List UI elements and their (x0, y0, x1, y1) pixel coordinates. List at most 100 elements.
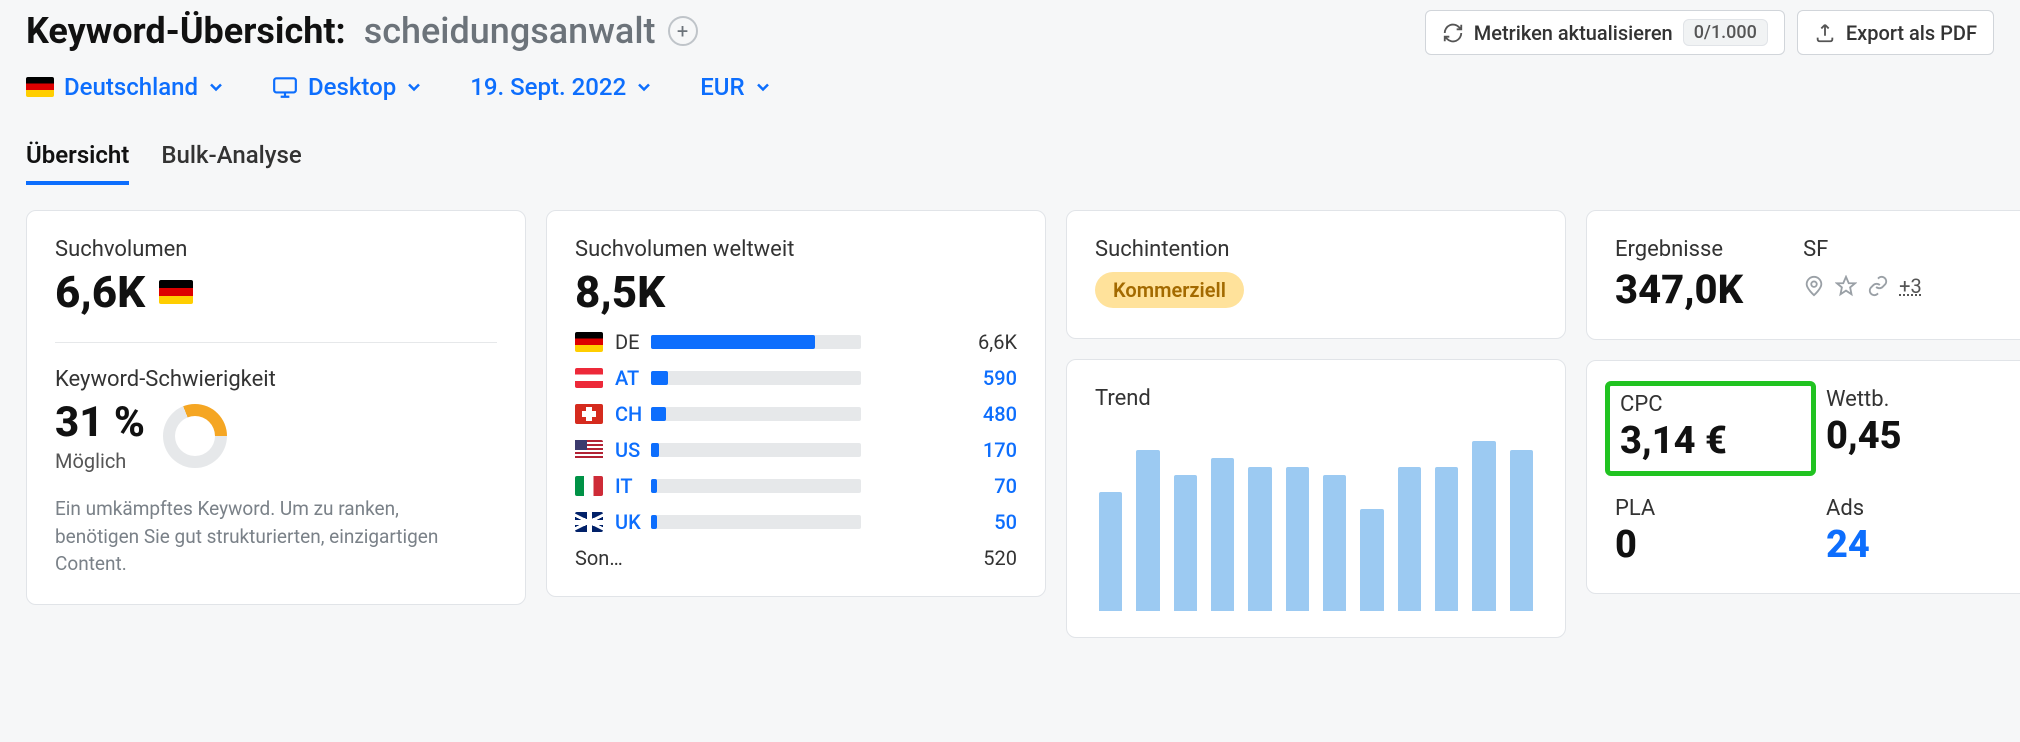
metric-pla: PLA 0 (1615, 496, 1806, 567)
kd-desc: Ein umkämpftes Keyword. Um zu ranken, be… (55, 495, 475, 578)
gv-row[interactable]: CH 480 (575, 402, 1017, 426)
export-icon (1814, 22, 1836, 44)
gv-row[interactable]: AT 590 (575, 366, 1017, 390)
refresh-icon (1442, 22, 1464, 44)
chevron-down-icon (404, 77, 424, 97)
chevron-down-icon (634, 77, 654, 97)
sf-more[interactable]: +3 (1899, 274, 1922, 298)
trend-bar (1398, 467, 1421, 612)
flag-icon (575, 332, 603, 352)
tabs: Übersicht Bulk-Analyse (26, 141, 1994, 186)
gv-row[interactable]: US 170 (575, 438, 1017, 462)
trend-bar (1099, 492, 1122, 611)
card-results: Ergebnisse 347,0K SF +3 (1586, 210, 2020, 340)
gv-bar (651, 407, 861, 421)
metric-ads: Ads 24 (1826, 496, 2017, 567)
refresh-label: Metriken aktualisieren (1474, 21, 1673, 45)
sf-label: SF (1803, 237, 1922, 262)
flag-icon (575, 476, 603, 496)
gv-bar (651, 335, 861, 349)
date-label: 19. Sept. 2022 (470, 73, 626, 101)
country-label: Deutschland (64, 73, 198, 101)
flag-icon (575, 440, 603, 460)
sf-block: SF +3 (1803, 237, 1922, 313)
trend-bar (1286, 467, 1309, 612)
pin-icon (1803, 275, 1825, 297)
star-icon (1835, 275, 1857, 297)
pla-value: 0 (1615, 523, 1806, 567)
gv-val: 6,6K (871, 330, 1017, 354)
gv-cc: DE (615, 330, 640, 354)
intent-pill: Kommerziell (1095, 272, 1244, 308)
refresh-metrics-button[interactable]: Metriken aktualisieren 0/1.000 (1425, 10, 1785, 55)
flag-icon (575, 368, 603, 388)
pla-label: PLA (1615, 496, 1806, 521)
gv-label: Suchvolumen weltweit (575, 237, 1017, 262)
trend-bar (1472, 441, 1495, 611)
gv-val[interactable]: 590 (871, 366, 1017, 390)
export-pdf-button[interactable]: Export als PDF (1797, 10, 1994, 55)
gv-val[interactable]: 480 (871, 402, 1017, 426)
germany-flag-icon (159, 280, 193, 304)
kd-sub: Möglich (55, 449, 145, 473)
card-intent: Suchintention Kommerziell (1066, 210, 1566, 339)
kd-label: Keyword-Schwierigkeit (55, 367, 497, 392)
gv-row[interactable]: UK 50 (575, 510, 1017, 534)
date-filter[interactable]: 19. Sept. 2022 (470, 73, 654, 101)
comp-label: Wettb. (1826, 387, 2017, 412)
gv-other-val: 520 (871, 546, 1017, 570)
trend-bar (1360, 509, 1383, 611)
kd-donut-icon (163, 404, 227, 468)
chevron-down-icon (206, 77, 226, 97)
tab-bulk[interactable]: Bulk-Analyse (161, 141, 301, 185)
cpc-label: CPC (1620, 392, 1801, 417)
trend-bar (1323, 475, 1346, 611)
trend-label: Trend (1095, 386, 1537, 411)
gv-row[interactable]: IT 70 (575, 474, 1017, 498)
gv-other-label: Son… (575, 546, 861, 570)
gv-cc: US (615, 438, 640, 462)
desktop-icon (272, 74, 298, 100)
header-actions: Metriken aktualisieren 0/1.000 Export al… (1425, 10, 1994, 55)
gv-cc: IT (615, 474, 633, 498)
trend-bar (1136, 450, 1159, 612)
card-search-volume: Suchvolumen 6,6K Keyword-Schwierigkeit 3… (26, 210, 526, 605)
germany-flag-icon (26, 77, 54, 97)
gv-val[interactable]: 70 (871, 474, 1017, 498)
gv-val[interactable]: 170 (871, 438, 1017, 462)
gv-row: DE 6,6K (575, 330, 1017, 354)
gv-value: 8,5K (575, 266, 665, 318)
trend-bar (1174, 475, 1197, 611)
sv-value: 6,6K (55, 266, 497, 318)
header: Keyword-Übersicht: scheidungsanwalt + Me… (26, 10, 1994, 55)
intent-label: Suchintention (1095, 237, 1537, 262)
flag-icon (575, 512, 603, 532)
keyword: scheidungsanwalt (364, 10, 656, 52)
kd-value: 31 % (55, 398, 145, 447)
results-block: Ergebnisse 347,0K (1615, 237, 1743, 313)
device-filter[interactable]: Desktop (272, 73, 424, 101)
gv-cc: AT (615, 366, 639, 390)
tab-overview[interactable]: Übersicht (26, 141, 129, 185)
kd-text: 31 % Möglich (55, 398, 145, 473)
card-global-volume: Suchvolumen weltweit 8,5K DE 6,6K AT 590… (546, 210, 1046, 597)
gv-bar (651, 479, 861, 493)
gv-val[interactable]: 50 (871, 510, 1017, 534)
card-metrics: CPC 3,14 € Wettb. 0,45 PLA 0 Ads 24 (1586, 360, 2020, 594)
ads-value[interactable]: 24 (1826, 523, 2017, 567)
metric-cpc: CPC 3,14 € (1605, 381, 1816, 476)
filter-bar: Deutschland Desktop 19. Sept. 2022 EUR (26, 73, 1994, 101)
gv-cc: CH (615, 402, 642, 426)
add-keyword-button[interactable]: + (668, 16, 698, 46)
trend-bar (1248, 467, 1271, 612)
trend-bar (1435, 467, 1458, 612)
sv-label: Suchvolumen (55, 237, 497, 262)
page-title: Keyword-Übersicht: (26, 10, 346, 52)
country-filter[interactable]: Deutschland (26, 73, 226, 101)
trend-chart (1095, 441, 1537, 611)
results-label: Ergebnisse (1615, 237, 1743, 262)
trend-bar (1510, 450, 1533, 612)
currency-filter[interactable]: EUR (700, 73, 772, 101)
gv-cc: UK (615, 510, 641, 534)
cpc-value: 3,14 € (1620, 419, 1801, 463)
